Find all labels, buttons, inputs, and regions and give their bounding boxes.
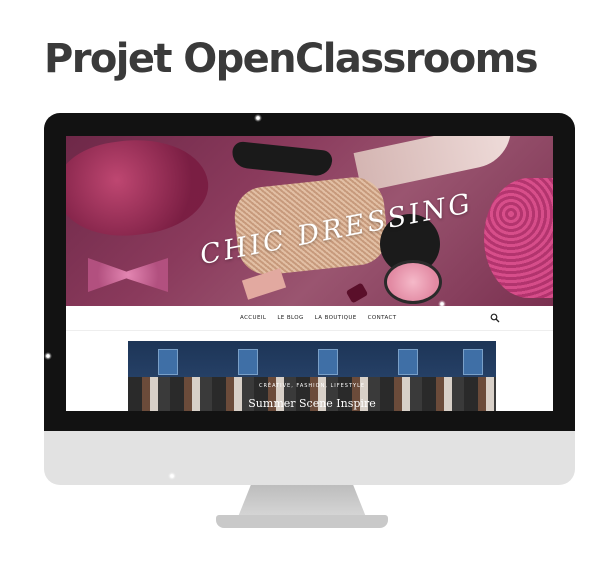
hero-header-image: CHIC DRESSING bbox=[66, 136, 553, 306]
sparkle-decoration bbox=[44, 352, 52, 360]
velvet-top-image bbox=[66, 136, 214, 245]
nav-item-le-blog[interactable]: LE BLOG bbox=[277, 315, 303, 321]
stage-screen-image bbox=[238, 349, 258, 375]
stage-screen-image bbox=[158, 349, 178, 375]
blush-compact-image bbox=[384, 260, 442, 304]
monitor-stand-neck bbox=[238, 485, 366, 517]
high-heel-image bbox=[353, 136, 519, 193]
stage-screen-image bbox=[318, 349, 338, 375]
sunglasses-image bbox=[230, 140, 334, 178]
lipstick-image bbox=[345, 282, 369, 304]
sparkle-decoration bbox=[168, 472, 176, 480]
stage-screen-image bbox=[398, 349, 418, 375]
ribbon-bow-image bbox=[88, 258, 168, 292]
sparkle-decoration bbox=[254, 114, 262, 122]
monitor-mockup: CHIC DRESSING ACCUEIL LE BLOG LA BOUTIQU… bbox=[44, 113, 575, 485]
site-navigation: ACCUEIL LE BLOG LA BOUTIQUE CONTACT bbox=[66, 306, 553, 331]
search-icon[interactable] bbox=[490, 313, 500, 323]
monitor-bezel: CHIC DRESSING ACCUEIL LE BLOG LA BOUTIQU… bbox=[44, 113, 575, 431]
website-screenshot: CHIC DRESSING ACCUEIL LE BLOG LA BOUTIQU… bbox=[66, 136, 553, 411]
stage-screen-image bbox=[463, 349, 483, 375]
nav-item-accueil[interactable]: ACCUEIL bbox=[240, 315, 266, 321]
featured-post-banner[interactable]: CRÉATIVE, FASHION, LIFESTYLE Summer Scen… bbox=[128, 341, 496, 411]
banner-categories: CRÉATIVE, FASHION, LIFESTYLE bbox=[258, 383, 366, 389]
nav-item-contact[interactable]: CONTACT bbox=[368, 315, 397, 321]
nav-links: ACCUEIL LE BLOG LA BOUTIQUE CONTACT bbox=[240, 306, 397, 330]
monitor-chin bbox=[44, 431, 575, 485]
lace-lingerie-image bbox=[484, 178, 553, 298]
page-title: Projet OpenClassrooms bbox=[44, 36, 539, 82]
sparkle-decoration bbox=[438, 300, 446, 308]
banner-post-title[interactable]: Summer Scene Inspire bbox=[128, 397, 496, 410]
nav-item-la-boutique[interactable]: LA BOUTIQUE bbox=[315, 315, 357, 321]
monitor-stand-base bbox=[216, 515, 388, 528]
price-tag-image bbox=[241, 268, 287, 300]
